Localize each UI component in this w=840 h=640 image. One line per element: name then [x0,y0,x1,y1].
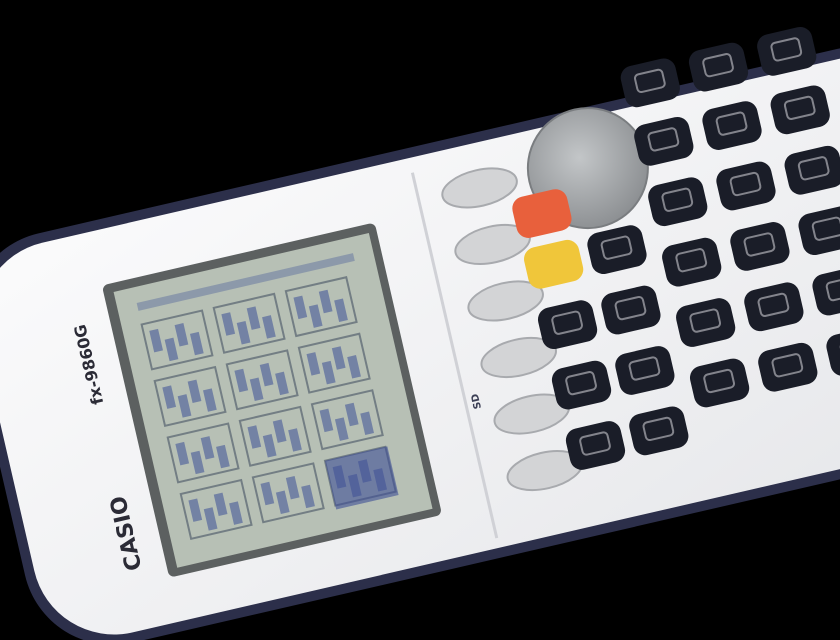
calculator-photo: CASIO fx-9860G SD [0,0,840,640]
